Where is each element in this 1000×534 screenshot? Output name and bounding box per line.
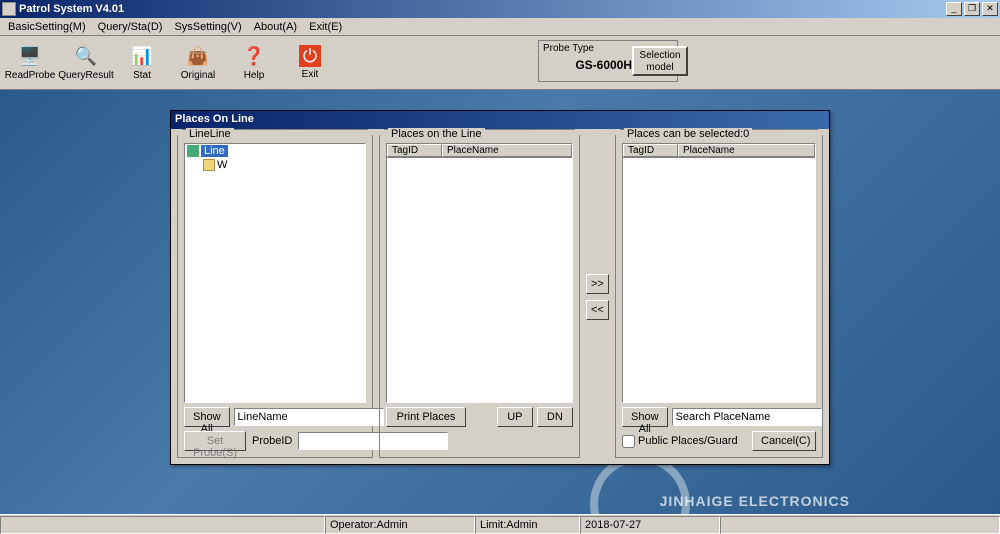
places-on-line-list[interactable]: TagID PlaceName	[386, 143, 573, 403]
menu-basicsetting[interactable]: BasicSetting(M)	[2, 20, 92, 34]
brand-text: JINHAIGE ELECTRONICS	[660, 493, 850, 509]
statusbar: Operator:Admin Limit:Admin 2018-07-27	[0, 514, 1000, 534]
status-date: 2018-07-27	[580, 516, 720, 534]
linename-input[interactable]	[234, 408, 384, 426]
transfer-buttons: >> <<	[586, 135, 609, 458]
show-all-button-2[interactable]: Show All	[622, 407, 668, 427]
help-icon: ❓	[242, 44, 266, 68]
status-cell-5	[720, 516, 1000, 534]
places-selectable-group: Places can be selected:0 TagID PlaceName…	[615, 135, 823, 458]
maximize-button[interactable]: ❐	[964, 2, 980, 16]
selection-model-button[interactable]: Selection model	[632, 46, 688, 76]
tree-child-label: W	[217, 159, 227, 171]
status-cell-1	[0, 516, 325, 534]
cancel-button[interactable]: Cancel(C)	[752, 431, 816, 451]
col-tagid-2[interactable]: TagID	[623, 144, 678, 157]
bag-icon: 👜	[186, 44, 210, 68]
tree-root-label: Line	[201, 145, 228, 157]
tree-child[interactable]: W	[185, 158, 365, 172]
stat-button[interactable]: 📊Stat	[114, 38, 170, 88]
window-buttons: _ ❐ ✕	[946, 2, 998, 16]
set-probe-button: Set Probe(S)	[184, 431, 246, 451]
print-places-button[interactable]: Print Places	[386, 407, 466, 427]
titlebar: Patrol System V4.01 _ ❐ ✕	[0, 0, 1000, 18]
places-selectable-list[interactable]: TagID PlaceName	[622, 143, 816, 403]
exit-button[interactable]: ⏻Exit	[282, 38, 338, 88]
exit-icon: ⏻	[299, 45, 321, 67]
menu-exit[interactable]: Exit(E)	[303, 20, 348, 34]
tree-root[interactable]: Line	[185, 144, 365, 158]
move-left-button[interactable]: <<	[586, 300, 609, 320]
dialog-title: Places On Line	[171, 111, 829, 129]
up-button[interactable]: UP	[497, 407, 533, 427]
places-on-line-group: Places on the Line TagID PlaceName Print…	[379, 135, 580, 458]
places-on-line-dialog: Places On Line LineLine Line W Show All …	[170, 110, 830, 465]
col-tagid[interactable]: TagID	[387, 144, 442, 157]
monitor-icon: 🖥️	[18, 44, 42, 68]
close-button[interactable]: ✕	[982, 2, 998, 16]
status-operator: Operator:Admin	[325, 516, 475, 534]
folder-icon	[203, 159, 215, 171]
readprobe-button[interactable]: 🖥️ReadProbe	[2, 38, 58, 88]
dn-button[interactable]: DN	[537, 407, 573, 427]
menu-syssetting[interactable]: SysSetting(V)	[168, 20, 247, 34]
help-button[interactable]: ❓Help	[226, 38, 282, 88]
public-checkbox-input[interactable]	[622, 435, 635, 448]
line-tree[interactable]: Line W	[184, 143, 366, 403]
app-icon	[2, 2, 16, 16]
show-all-button[interactable]: Show All	[184, 407, 230, 427]
search-icon: 🔍	[74, 44, 98, 68]
public-places-checkbox[interactable]: Public Places/Guard	[622, 435, 738, 448]
move-right-button[interactable]: >>	[586, 274, 609, 294]
menu-query[interactable]: Query/Sta(D)	[92, 20, 169, 34]
menubar: BasicSetting(M) Query/Sta(D) SysSetting(…	[0, 18, 1000, 36]
chart-icon: 📊	[130, 44, 154, 68]
original-button[interactable]: 👜Original	[170, 38, 226, 88]
toolbar: 🖥️ReadProbe 🔍QueryResult 📊Stat 👜Original…	[0, 36, 1000, 90]
tree-icon	[187, 145, 199, 157]
lineline-group: LineLine Line W Show All Set Probe(S) Pr…	[177, 135, 373, 458]
menu-about[interactable]: About(A)	[248, 20, 303, 34]
col-placename[interactable]: PlaceName	[442, 144, 572, 157]
list-header-2: TagID PlaceName	[623, 144, 815, 158]
minimize-button[interactable]: _	[946, 2, 962, 16]
col-placename-2[interactable]: PlaceName	[678, 144, 815, 157]
search-placename-input[interactable]	[672, 408, 822, 426]
window-title: Patrol System V4.01	[19, 3, 946, 15]
probeid-label: ProbeID	[250, 435, 294, 447]
status-limit: Limit:Admin	[475, 516, 580, 534]
queryresult-button[interactable]: 🔍QueryResult	[58, 38, 114, 88]
list-header: TagID PlaceName	[387, 144, 572, 158]
